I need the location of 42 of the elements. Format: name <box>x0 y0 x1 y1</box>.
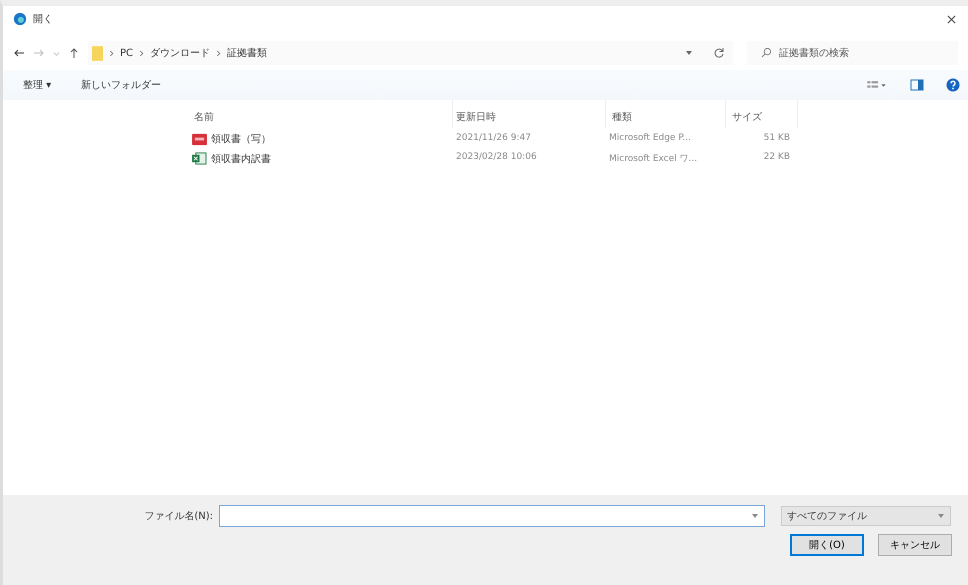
modified-date: 2023/02/28 10:06 <box>455 151 538 164</box>
dropdown-caret-icon[interactable] <box>937 512 945 520</box>
up-arrow-icon[interactable] <box>68 47 80 59</box>
file-name[interactable]: 領収書（写） <box>211 132 271 146</box>
window-title: 開く <box>33 13 53 26</box>
column-header[interactable]: 種類 <box>606 100 726 128</box>
folder-icon <box>92 46 103 60</box>
breadcrumb-item[interactable]: PC <box>120 48 134 58</box>
breadcrumb-item[interactable]: 証拠書類 <box>227 46 268 60</box>
file-size: 22 KB <box>762 151 791 164</box>
file-name[interactable]: 領収書内訳書 <box>211 152 271 166</box>
spreadsheet-file-icon <box>192 152 207 165</box>
pdf-file-icon <box>192 132 207 146</box>
file-type: Microsoft Edge P... <box>608 132 692 145</box>
file-type: Microsoft Excel ワ... <box>608 153 698 166</box>
dropdown-caret-icon[interactable] <box>685 49 693 57</box>
modified-date: 2021/11/26 9:47 <box>455 132 532 145</box>
filename-label: ファイル名(N): <box>143 510 213 523</box>
help-icon[interactable] <box>946 78 960 92</box>
address-bar[interactable]: PC ダウンロード 証拠書類 <box>88 41 733 65</box>
preview-pane-icon[interactable] <box>910 78 924 92</box>
chevron-right-icon <box>139 50 144 56</box>
refresh-icon[interactable] <box>713 47 725 59</box>
file-size: 51 KB <box>762 132 791 145</box>
new-folder-button[interactable]: 新しいフォルダー <box>77 76 166 94</box>
cancel-button[interactable]: キャンセル <box>878 534 952 556</box>
search-icon <box>761 47 772 58</box>
organize-menu-button[interactable]: 整理 ▾ <box>19 76 56 94</box>
dropdown-caret-icon[interactable] <box>751 512 759 520</box>
search-field[interactable]: 証拠書類の検索 <box>747 41 958 65</box>
filename-field[interactable] <box>219 505 765 527</box>
app-icon <box>13 12 27 26</box>
column-header[interactable]: 更新日時 <box>453 100 606 128</box>
breadcrumb-item[interactable]: ダウンロード <box>150 46 210 60</box>
close-icon[interactable] <box>947 14 956 24</box>
back-arrow-icon[interactable] <box>13 47 25 59</box>
chevron-right-icon <box>109 50 114 56</box>
chevron-right-icon <box>216 50 222 56</box>
open-button[interactable]: 開く(O) <box>790 534 864 556</box>
file-type-dropdown[interactable]: すべてのファイル <box>781 506 951 526</box>
column-header[interactable]: サイズ <box>726 100 798 128</box>
column-header[interactable]: 名前 <box>188 100 453 128</box>
